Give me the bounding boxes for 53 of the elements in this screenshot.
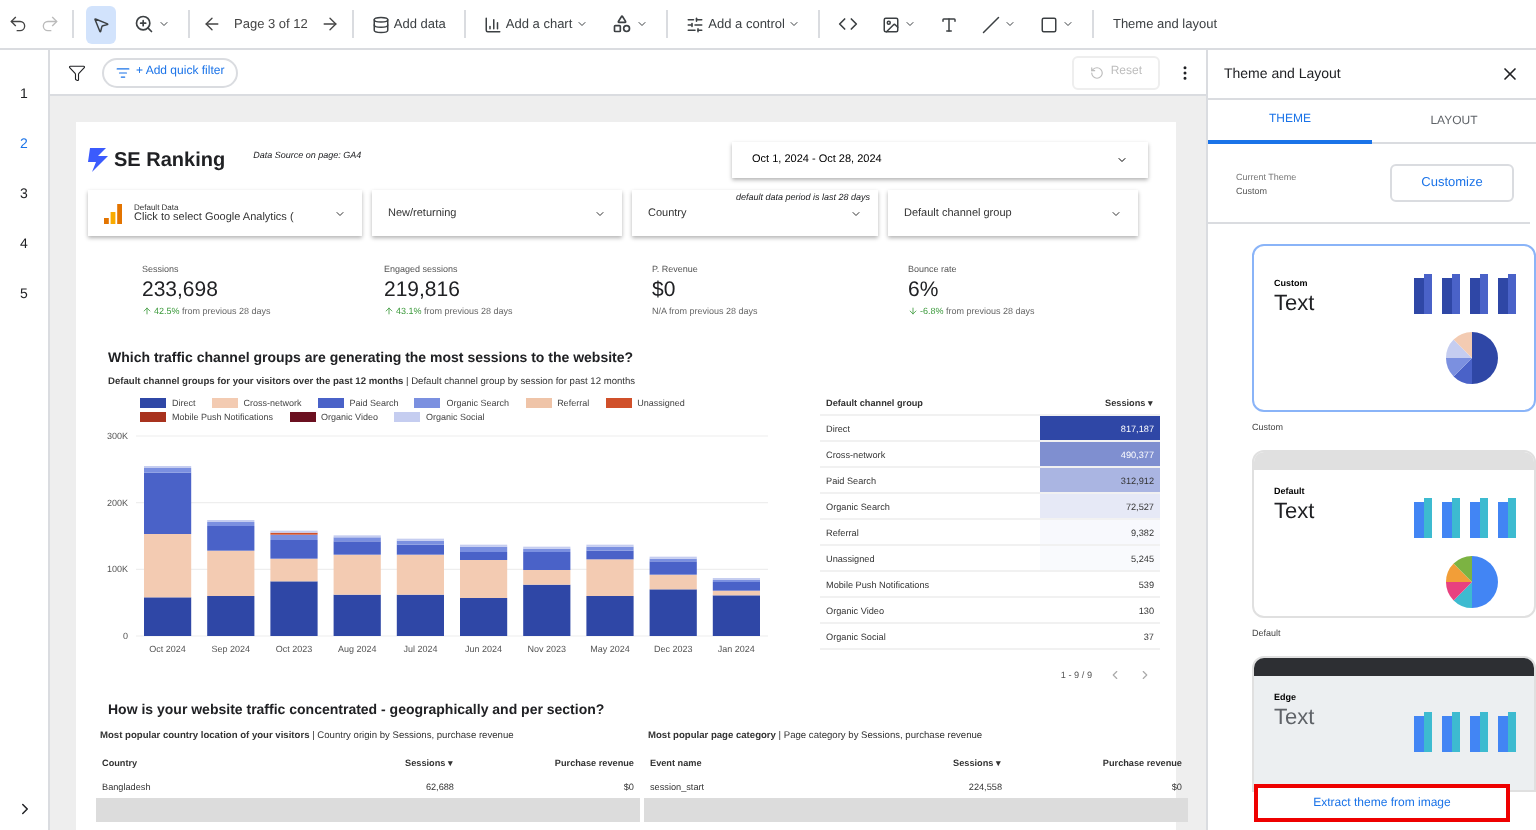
image-icon: [882, 15, 901, 33]
caret-icon: [158, 18, 170, 30]
text-icon: [940, 15, 959, 33]
line-icon: [982, 15, 1001, 33]
caret-icon: [594, 207, 606, 219]
up-arrow-icon: [142, 306, 152, 316]
caret-icon: [576, 18, 589, 30]
chart-bar: [207, 596, 255, 636]
metric-value: 6%: [908, 278, 941, 302]
metric-value: $0: [652, 278, 678, 302]
theme-preview-drawing: [1414, 274, 1518, 386]
next-page-icon[interactable]: [319, 14, 340, 34]
bar-chart-icon: [483, 15, 502, 33]
reset-icon: [1090, 65, 1105, 79]
brand-name: SE Ranking: [114, 149, 226, 171]
close-icon[interactable]: [1500, 64, 1520, 84]
theme-sample-text: Text: [1274, 292, 1317, 316]
caret-icon: [788, 18, 801, 30]
bar-chart-icon: [104, 203, 122, 223]
logo-icon: [88, 148, 108, 172]
chart-bar: [396, 594, 444, 636]
caret-icon: [904, 18, 917, 30]
undo-icon[interactable]: [8, 14, 28, 34]
code-icon: [838, 14, 859, 34]
theme-sample-text: Text: [1274, 500, 1317, 524]
select-tool-button[interactable]: [86, 5, 116, 43]
pointer-icon: [92, 15, 110, 33]
database-icon: [371, 15, 390, 33]
expand-icon[interactable]: [16, 800, 34, 818]
zoom-in-icon: [134, 14, 154, 34]
metric-value: 219,816: [384, 278, 462, 302]
up-arrow-icon: [384, 306, 394, 316]
caret-icon: [636, 18, 649, 30]
caret-icon: [1116, 154, 1128, 166]
filter-icon[interactable]: [68, 63, 86, 81]
caret-icon: [334, 207, 346, 219]
sliders-icon: [686, 15, 705, 33]
shapes-icon: [612, 14, 633, 34]
filter-lines-icon: [116, 65, 130, 79]
caret-icon: [850, 207, 862, 219]
caret-icon: [1004, 18, 1017, 30]
theme-preview-drawing: [1414, 712, 1518, 752]
previous-page-icon[interactable]: [202, 14, 222, 34]
chart-bar: [460, 598, 508, 636]
down-arrow-icon: [908, 306, 918, 316]
chart-bar: [586, 596, 634, 636]
square-icon: [1040, 15, 1059, 33]
metric-value: 233,698: [142, 278, 220, 302]
caret-icon: [1110, 207, 1122, 219]
chart-bar: [333, 594, 381, 636]
theme-sample-text: Text: [1274, 706, 1317, 730]
theme-preview-drawing: [1414, 498, 1518, 610]
caret-icon: [1062, 18, 1075, 30]
